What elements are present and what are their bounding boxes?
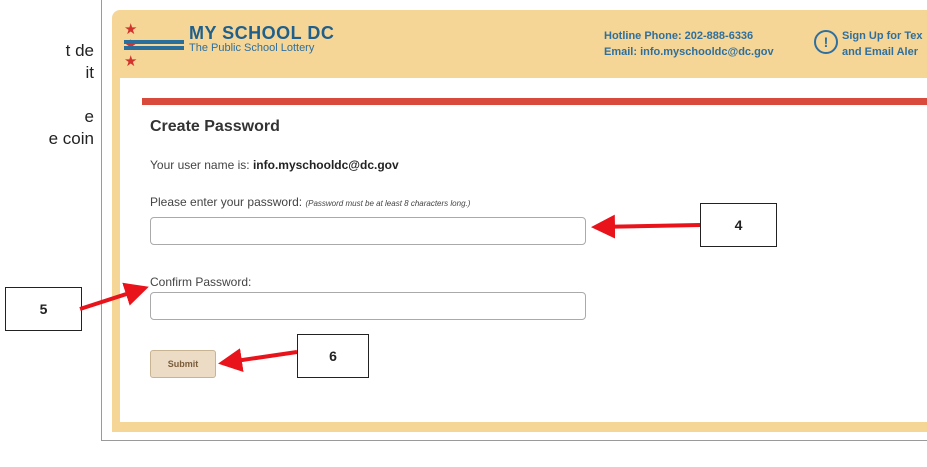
annotation-arrows <box>79 214 701 372</box>
arrow-to-confirm-label <box>79 282 149 311</box>
arrow-to-password-input <box>591 214 701 239</box>
arrow-to-submit-button <box>218 348 298 372</box>
